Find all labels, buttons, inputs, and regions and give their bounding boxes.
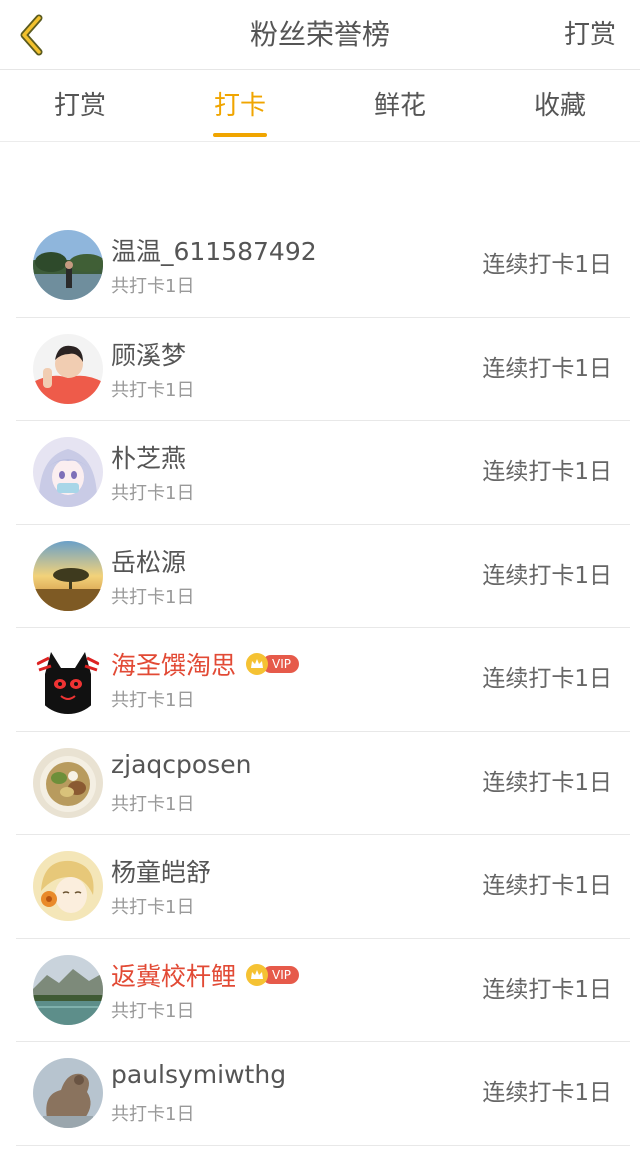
name-line: paulsymiwthg [111, 1060, 286, 1089]
tab-flowers[interactable]: 鲜花 [320, 70, 480, 141]
fan-ranking-list: 温温_611587492 共打卡1日 连续打卡1日 顾溪梦 共打卡1日 连续打卡… [16, 214, 630, 1146]
avatar[interactable] [33, 644, 103, 714]
total-checkin-count: 共打卡1日 [111, 586, 195, 608]
checkin-streak: 连续打卡1日 [482, 769, 612, 796]
total-checkin-count: 共打卡1日 [111, 793, 195, 815]
vip-badge: VIP [246, 653, 299, 675]
avatar[interactable] [33, 540, 103, 611]
user-name[interactable]: 岳松源 [111, 543, 186, 579]
tab-bar: 打赏 打卡 鲜花 收藏 [0, 70, 640, 142]
list-item[interactable]: 朴芝燕 共打卡1日 连续打卡1日 [16, 421, 630, 525]
total-checkin-count: 共打卡1日 [111, 276, 195, 297]
name-line: 温温_611587492 [111, 232, 317, 268]
tab-checkin[interactable]: 打卡 [160, 70, 320, 141]
tab-favorites[interactable]: 收藏 [480, 70, 640, 141]
list-item[interactable]: 返冀校杆鲤 VIP 共打卡1日 连续打卡1日 [16, 939, 630, 1042]
list-item[interactable]: 杨童皑舒 共打卡1日 连续打卡1日 [16, 835, 630, 939]
name-line: 顾溪梦 [111, 336, 186, 372]
checkin-streak: 连续打卡1日 [482, 459, 612, 485]
name-line: 返冀校杆鲤 VIP [111, 957, 299, 993]
name-line: 海圣馔淘思 VIP [111, 646, 299, 682]
crown-icon [246, 653, 269, 675]
total-checkin-count: 共打卡1日 [111, 690, 195, 711]
tab-label: 收藏 [533, 91, 586, 121]
user-name[interactable]: zjaqcposen [111, 750, 251, 779]
total-checkin-count: 共打卡1日 [111, 379, 195, 401]
checkin-streak: 连续打卡1日 [482, 873, 612, 899]
user-name[interactable]: 返冀校杆鲤 [111, 957, 236, 993]
list-item[interactable]: paulsymiwthg 共打卡1日 连续打卡1日 [16, 1042, 630, 1146]
checkin-streak: 连续打卡1日 [482, 562, 612, 589]
user-name[interactable]: 温温_611587492 [111, 232, 317, 268]
name-line: zjaqcposen [111, 750, 251, 779]
avatar[interactable] [33, 230, 103, 300]
tab-label: 打卡 [213, 91, 266, 121]
total-checkin-count: 共打卡1日 [111, 1104, 195, 1125]
active-tab-indicator [213, 133, 267, 137]
avatar[interactable] [33, 437, 103, 507]
list-item[interactable]: 岳松源 共打卡1日 连续打卡1日 [16, 525, 630, 628]
total-checkin-count: 共打卡1日 [111, 897, 195, 918]
user-name[interactable]: 顾溪梦 [111, 336, 186, 372]
checkin-streak: 连续打卡1日 [482, 355, 612, 382]
total-checkin-count: 共打卡1日 [111, 483, 195, 504]
avatar[interactable] [33, 747, 103, 818]
list-item[interactable]: 温温_611587492 共打卡1日 连续打卡1日 [16, 214, 630, 318]
page-title: 粉丝荣誉榜 [249, 18, 390, 51]
total-checkin-count: 共打卡1日 [111, 1000, 195, 1022]
user-name[interactable]: 朴芝燕 [111, 439, 186, 475]
name-line: 朴芝燕 [111, 439, 186, 475]
name-line: 杨童皑舒 [111, 853, 211, 889]
list-item[interactable]: zjaqcposen 共打卡1日 连续打卡1日 [16, 732, 630, 835]
checkin-streak: 连续打卡1日 [482, 1080, 612, 1106]
list-item[interactable]: 海圣馔淘思 VIP 共打卡1日 连续打卡1日 [16, 628, 630, 732]
chevron-left-icon [20, 14, 43, 56]
tab-label: 打赏 [53, 91, 106, 121]
avatar[interactable] [33, 954, 103, 1025]
top-bar: 粉丝荣誉榜 打赏 [0, 0, 640, 70]
reward-button[interactable]: 打赏 [564, 0, 616, 70]
avatar[interactable] [33, 333, 103, 404]
avatar[interactable] [33, 851, 103, 921]
tab-reward[interactable]: 打赏 [0, 70, 160, 141]
checkin-streak: 连续打卡1日 [482, 976, 612, 1003]
vip-badge: VIP [246, 963, 299, 986]
user-name[interactable]: paulsymiwthg [111, 1060, 286, 1089]
checkin-streak: 连续打卡1日 [482, 252, 612, 278]
user-name[interactable]: 杨童皑舒 [111, 853, 211, 889]
user-name[interactable]: 海圣馔淘思 [111, 646, 236, 682]
checkin-streak: 连续打卡1日 [482, 666, 612, 692]
avatar[interactable] [33, 1058, 103, 1128]
tab-label: 鲜花 [373, 91, 426, 121]
name-line: 岳松源 [111, 543, 186, 579]
crown-icon [246, 963, 269, 986]
list-item[interactable]: 顾溪梦 共打卡1日 连续打卡1日 [16, 318, 630, 421]
back-button[interactable] [12, 10, 52, 60]
